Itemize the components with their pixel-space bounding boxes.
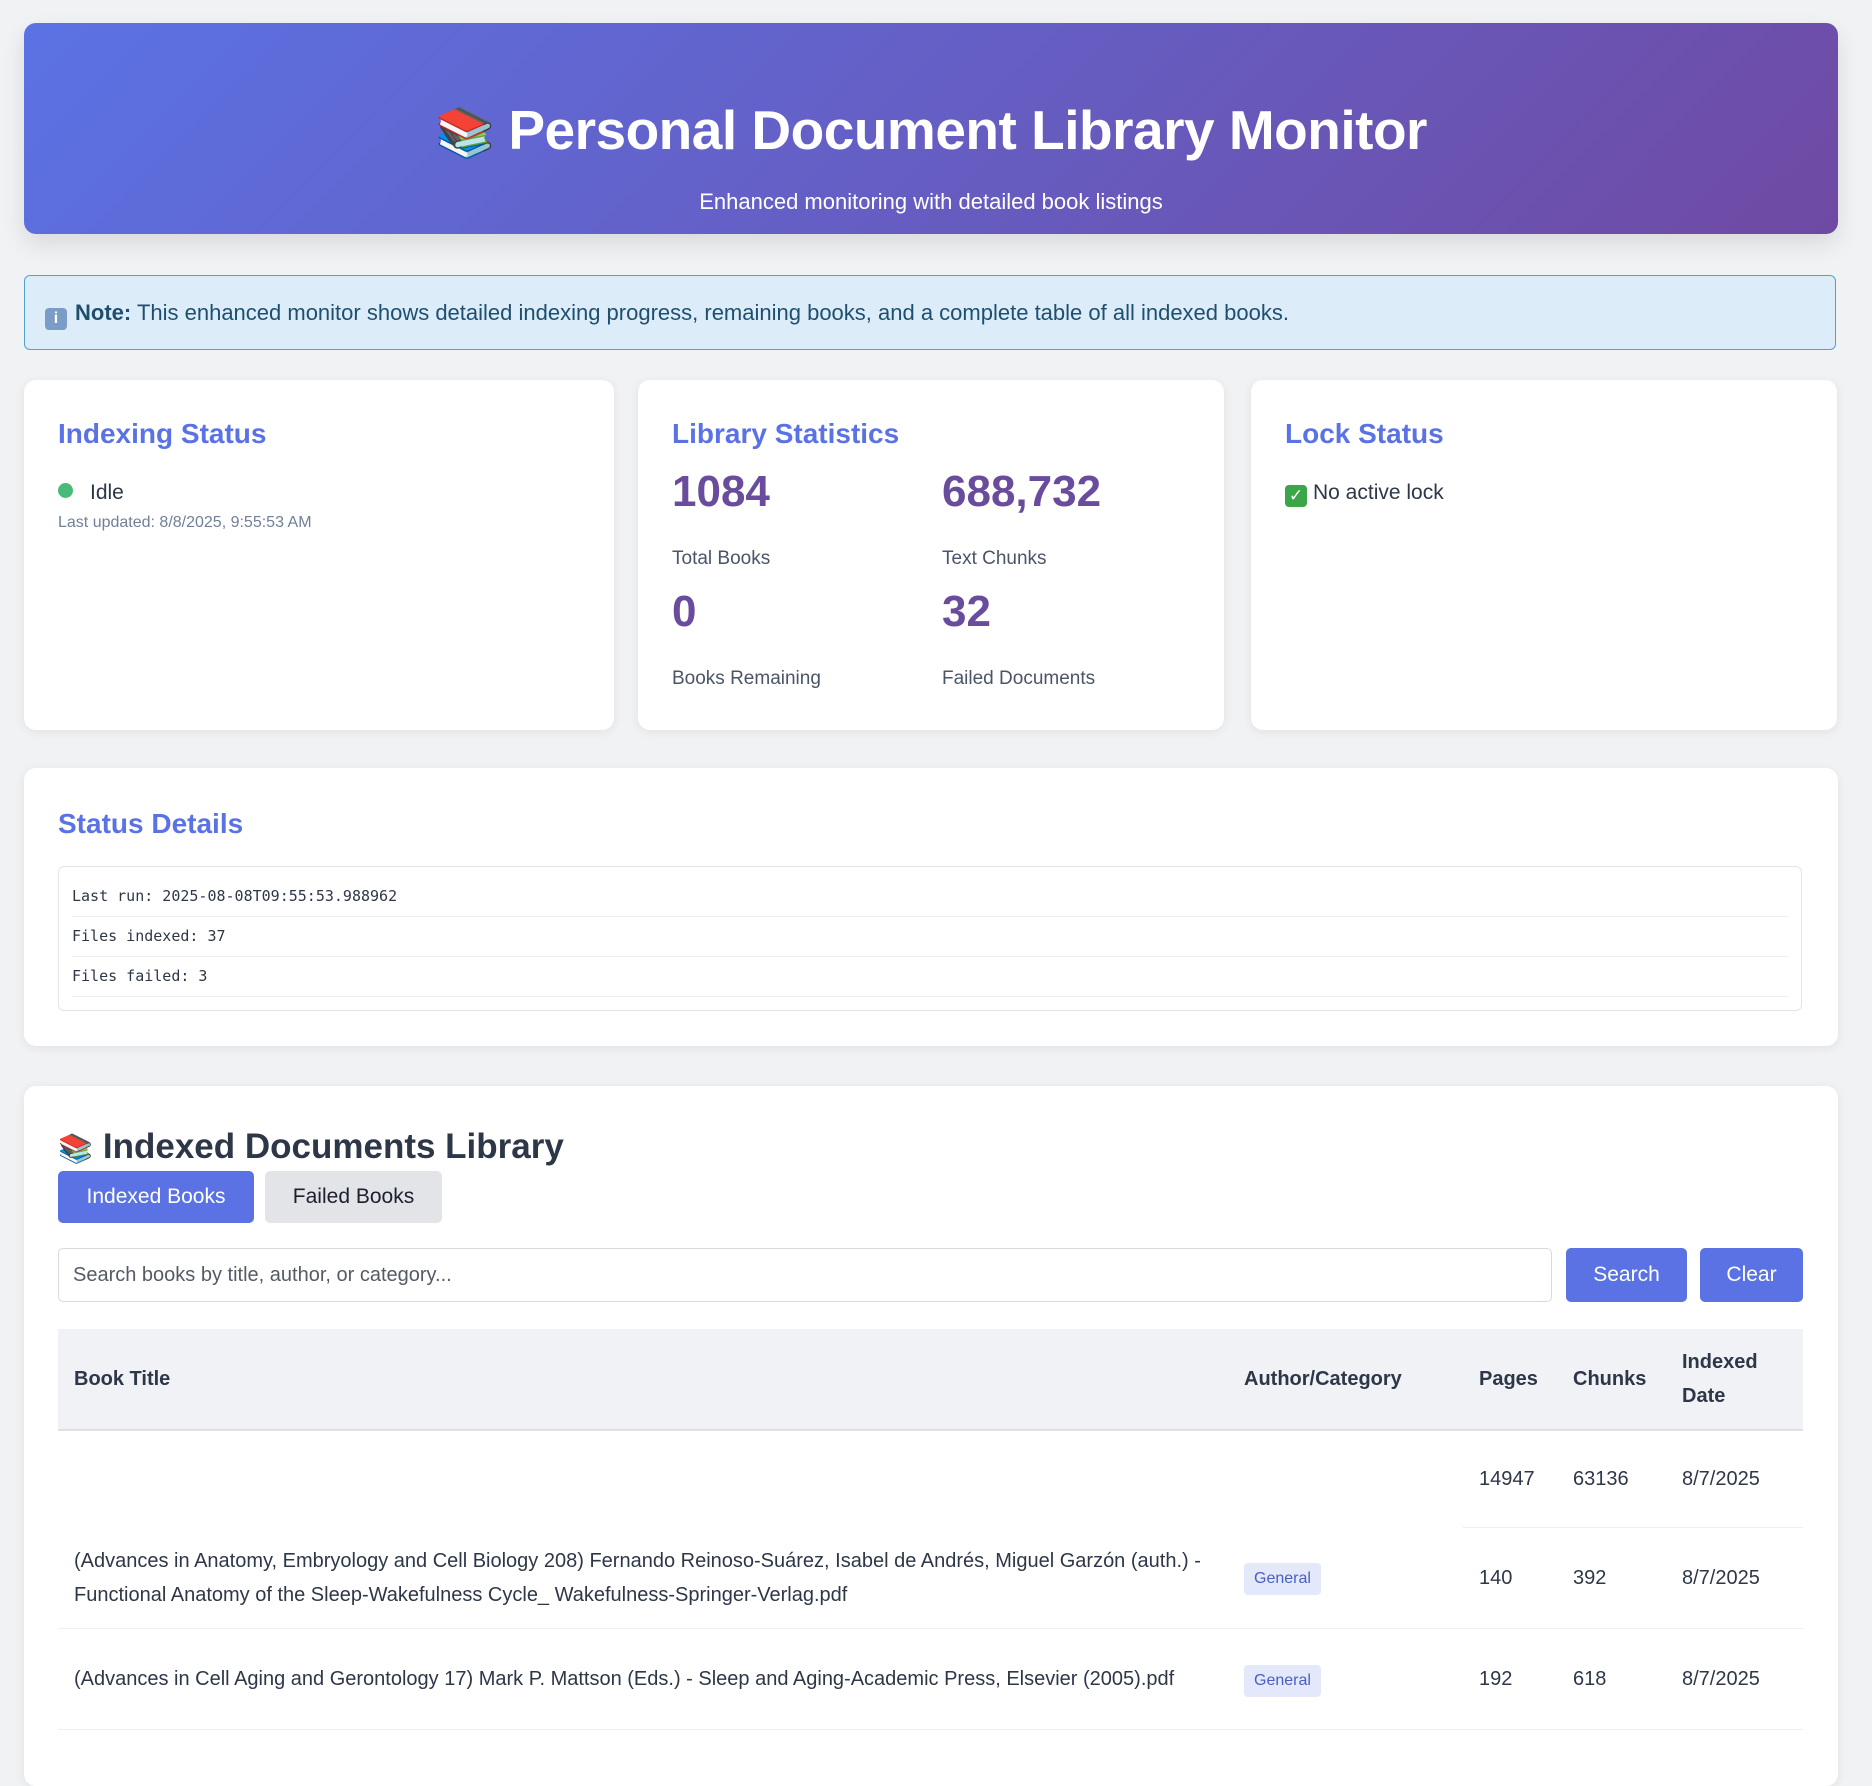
books-table: Book Title Author/Category Pages Chunks … — [58, 1329, 1803, 1730]
table-row[interactable]: 14947 63136 8/7/2025 — [58, 1430, 1803, 1528]
book-category-cell: General — [1228, 1527, 1463, 1629]
books-icon: 📚 — [58, 1133, 93, 1164]
text-chunks-value: 688,732 — [942, 467, 1102, 516]
indexing-state: Idle — [58, 478, 124, 508]
library-statistics-card: Library Statistics 1084 Total Books 688,… — [638, 380, 1224, 730]
info-icon: i — [45, 308, 67, 330]
book-title-cell: (Advances in Anatomy, Embryology and Cel… — [58, 1527, 1228, 1629]
library-statistics-title: Library Statistics — [672, 418, 900, 449]
column-header-chunks[interactable]: Chunks — [1557, 1329, 1666, 1431]
book-category-cell — [1228, 1430, 1463, 1528]
total-books-label: Total Books — [672, 548, 771, 569]
book-date-cell: 8/7/2025 — [1666, 1628, 1803, 1730]
table-header-row: Book Title Author/Category Pages Chunks … — [58, 1329, 1803, 1431]
indexed-library-card: 📚 Indexed Documents Library Indexed Books… — [24, 1086, 1838, 1786]
lock-status-title: Lock Status — [1285, 418, 1444, 449]
lock-state: ✓ No active lock — [1285, 478, 1444, 508]
book-pages-cell: 14947 — [1463, 1430, 1557, 1528]
table-row[interactable]: (Advances in Anatomy, Embryology and Cel… — [58, 1527, 1803, 1629]
book-title-cell: (Advances in Cell Aging and Gerontology … — [58, 1628, 1228, 1730]
books-remaining-label: Books Remaining — [672, 668, 821, 689]
status-details-title: Status Details — [58, 808, 244, 839]
library-title: 📚 Indexed Documents Library — [58, 1124, 564, 1172]
book-chunks-cell: 392 — [1557, 1527, 1666, 1629]
library-title-text: Indexed Documents Library — [102, 1127, 564, 1166]
indexing-status-title: Indexing Status — [58, 418, 267, 449]
column-header-author-category[interactable]: Author/Category — [1228, 1329, 1463, 1431]
search-button[interactable]: Search — [1566, 1248, 1687, 1302]
book-date-cell: 8/7/2025 — [1666, 1430, 1803, 1528]
status-dot-icon — [58, 483, 73, 498]
failed-documents-label: Failed Documents — [942, 668, 1096, 689]
indexing-state-text: Idle — [90, 481, 124, 504]
status-details-card: Status Details Last run: 2025-08-08T09:5… — [24, 768, 1838, 1046]
books-remaining-value: 0 — [672, 587, 697, 636]
book-date-cell: 8/7/2025 — [1666, 1527, 1803, 1629]
table-row[interactable]: (Advances in Cell Aging and Gerontology … — [58, 1628, 1803, 1730]
detail-files-failed: Files failed: 3 — [72, 957, 1788, 997]
detail-files-indexed: Files indexed: 37 — [72, 917, 1788, 957]
page-title: 📚 Personal Document Library Monitor — [24, 95, 1838, 169]
lock-status-card: Lock Status ✓ No active lock — [1251, 380, 1837, 730]
info-note: i Note: This enhanced monitor shows detai… — [24, 275, 1836, 350]
book-pages-cell: 140 — [1463, 1527, 1557, 1629]
column-header-pages[interactable]: Pages — [1463, 1329, 1557, 1431]
detail-last-run: Last run: 2025-08-08T09:55:53.988962 — [72, 877, 1788, 917]
column-header-title[interactable]: Book Title — [58, 1329, 1228, 1431]
book-chunks-cell: 63136 — [1557, 1430, 1666, 1528]
column-header-indexed-date[interactable]: Indexed Date — [1666, 1329, 1803, 1431]
book-chunks-cell: 618 — [1557, 1628, 1666, 1730]
page-header: 📚 Personal Document Library Monitor Enhan… — [24, 23, 1838, 234]
page-subtitle: Enhanced monitoring with detailed book l… — [699, 189, 1163, 214]
text-chunks-label: Text Chunks — [942, 548, 1047, 569]
category-badge: General — [1244, 1563, 1321, 1596]
book-category-cell: General — [1228, 1628, 1463, 1730]
page-title-text: Personal Document Library Monitor — [508, 99, 1427, 161]
book-pages-cell: 192 — [1463, 1628, 1557, 1730]
books-icon: 📚 — [435, 107, 495, 160]
note-text: This enhanced monitor shows detailed ind… — [136, 300, 1289, 325]
book-title-cell — [58, 1430, 1228, 1528]
tab-failed-books[interactable]: Failed Books — [265, 1171, 442, 1223]
clear-button[interactable]: Clear — [1700, 1248, 1803, 1302]
last-updated: Last updated: 8/8/2025, 9:55:53 AM — [58, 514, 312, 531]
category-badge: General — [1244, 1664, 1321, 1697]
indexing-status-card: Indexing Status Idle Last updated: 8/8/2… — [24, 380, 614, 730]
search-input[interactable] — [58, 1248, 1552, 1302]
status-details-log: Last run: 2025-08-08T09:55:53.988962 Fil… — [58, 866, 1802, 1011]
failed-documents-value: 32 — [942, 587, 991, 636]
lock-state-text: No active lock — [1313, 481, 1444, 504]
total-books-value: 1084 — [672, 467, 770, 516]
check-icon: ✓ — [1285, 485, 1307, 507]
tab-indexed-books[interactable]: Indexed Books — [58, 1171, 254, 1223]
note-label: Note: — [75, 300, 132, 325]
